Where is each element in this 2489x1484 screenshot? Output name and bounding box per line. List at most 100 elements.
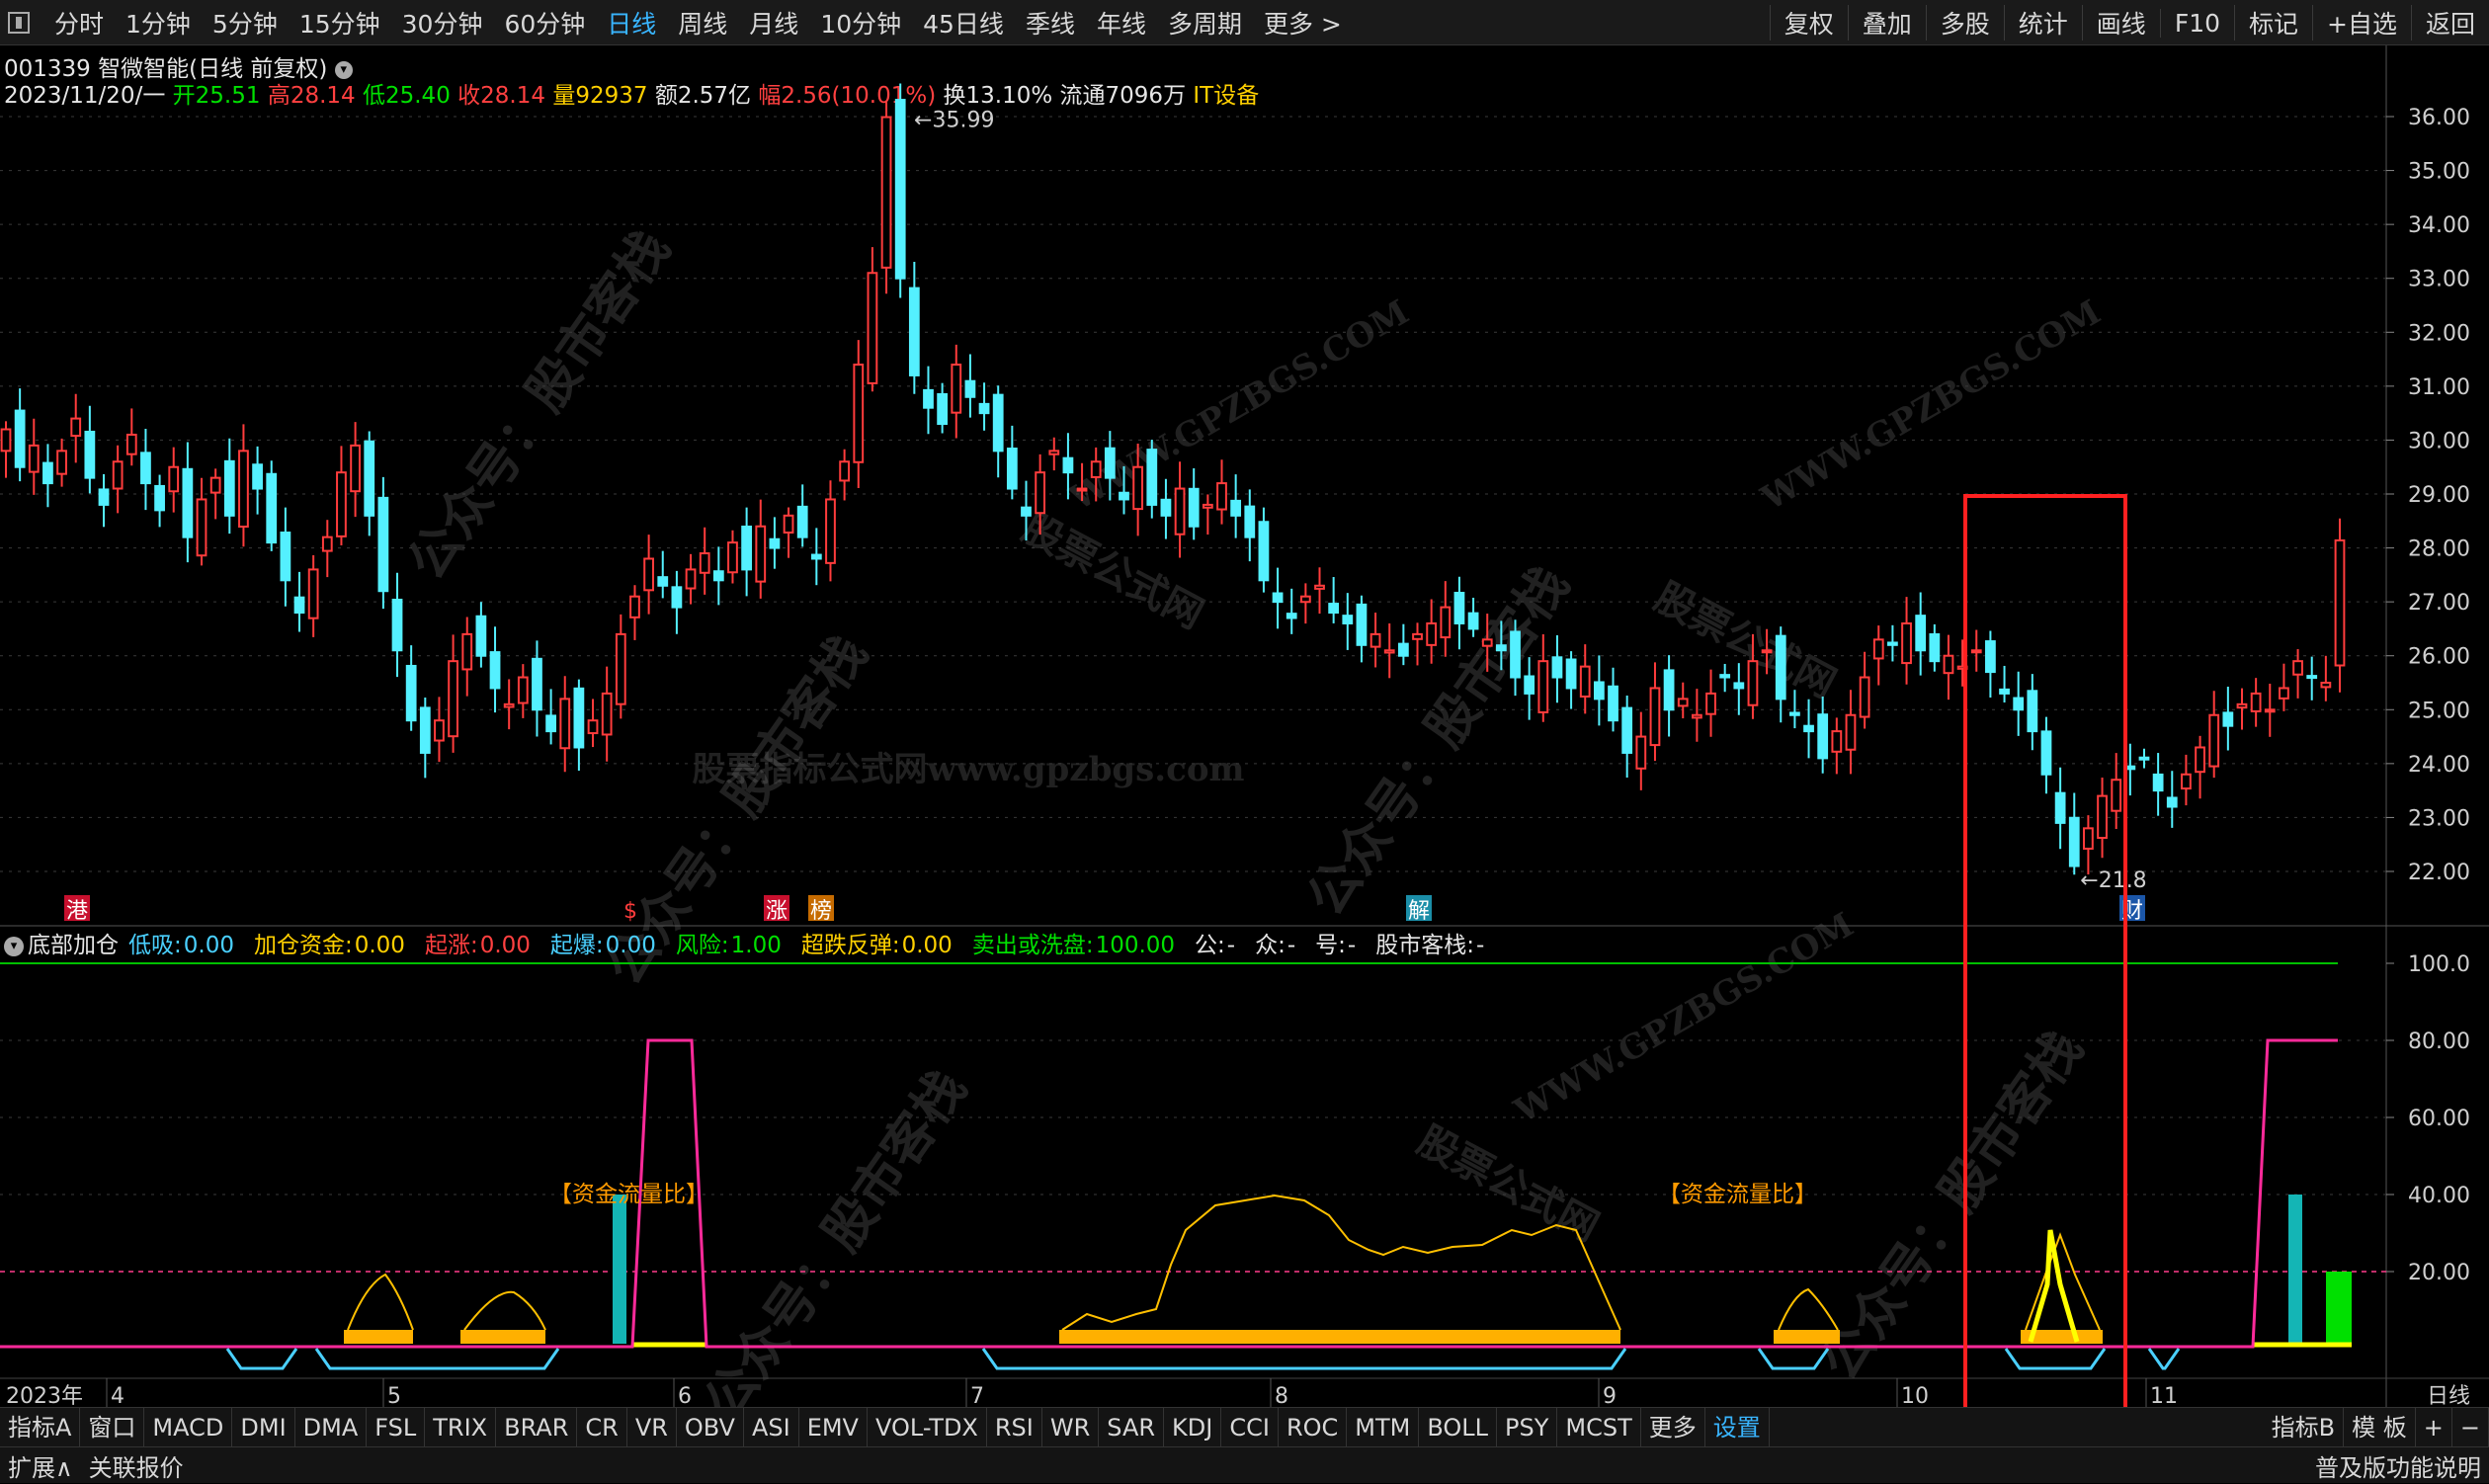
- candle: [657, 550, 669, 599]
- candle: [1230, 474, 1242, 538]
- candle: [2181, 754, 2192, 806]
- candle: [1426, 599, 1438, 664]
- candle: [336, 446, 347, 545]
- candle: [1314, 567, 1325, 615]
- indicator-tab-22[interactable]: PSY: [1497, 1407, 1558, 1447]
- event-tag[interactable]: 解: [1406, 895, 1432, 924]
- indicator-tick-label: 20.00: [2408, 1261, 2470, 1285]
- candle: [70, 393, 82, 463]
- indicator-tab-16[interactable]: SAR: [1099, 1407, 1165, 1447]
- indicator-tab-14[interactable]: RSI: [987, 1407, 1042, 1447]
- indicator-tab-20[interactable]: MTM: [1347, 1407, 1420, 1447]
- indicator-tab-5[interactable]: FSL: [367, 1407, 426, 1447]
- indicator-tab-23[interactable]: MCST: [1557, 1407, 1641, 1447]
- candle: [1328, 577, 1340, 623]
- indicator-tab-right-3[interactable]: −: [2452, 1408, 2489, 1447]
- candle: [2083, 815, 2094, 875]
- indicator-tabs: 指标A 窗口 MACD DMI DMA FSL TRIX BRAR CR VR OBV ASI EMV V…: [0, 1407, 2489, 1447]
- indicator-tab-15[interactable]: WR: [1042, 1407, 1100, 1447]
- status-left-1[interactable]: 关联报价: [81, 1448, 192, 1483]
- candle: [992, 385, 1004, 478]
- indicator-tab-1[interactable]: 窗口: [80, 1407, 145, 1447]
- month-label: 8: [1275, 1384, 1288, 1407]
- candle: [2264, 683, 2276, 737]
- indicator-tab-0[interactable]: 指标A: [0, 1407, 81, 1447]
- candle: [1775, 626, 1786, 723]
- cyan-bar: [613, 1195, 626, 1344]
- green-bar: [2326, 1272, 2352, 1344]
- candle: [2208, 691, 2220, 779]
- candle: [2166, 771, 2178, 828]
- status-left-0[interactable]: 扩展∧: [0, 1448, 81, 1483]
- candle: [1999, 665, 2010, 703]
- candle: [2250, 678, 2262, 727]
- candle: [364, 431, 375, 536]
- candle: [1803, 699, 1814, 759]
- status-bar: 扩展∧ 关联报价 普及版功能说明: [0, 1446, 2489, 1483]
- indicator-tab-24[interactable]: 更多: [1641, 1407, 1705, 1447]
- event-tag[interactable]: 涨: [764, 895, 789, 924]
- indicator-item-label: 加仓资金:: [253, 933, 353, 958]
- month-label: 11: [2150, 1384, 2178, 1407]
- indicator-tab-25[interactable]: 设置: [1705, 1407, 1770, 1447]
- event-tag[interactable]: 港: [64, 895, 90, 924]
- indicator-tab-11[interactable]: ASI: [744, 1407, 799, 1447]
- candle: [448, 634, 458, 753]
- indicator-tab-2[interactable]: MACD: [144, 1407, 233, 1447]
- high-price-mark: ←35.99: [914, 109, 994, 133]
- candle: [1258, 507, 1270, 593]
- dip-mark: [225, 1348, 298, 1370]
- candle: [685, 553, 697, 605]
- candle: [1006, 425, 1018, 500]
- indicator-tab-10[interactable]: OBV: [677, 1407, 744, 1447]
- candle: [1677, 682, 1689, 719]
- indicator-tab-right-2[interactable]: +: [2416, 1408, 2452, 1447]
- indicator-tab-12[interactable]: EMV: [799, 1407, 868, 1447]
- candle: [1565, 651, 1577, 709]
- indicator-tab-19[interactable]: ROC: [1279, 1407, 1348, 1447]
- candle: [56, 438, 67, 487]
- candle: [1048, 437, 1060, 471]
- candle: [1929, 623, 1941, 672]
- candle: [2138, 748, 2150, 769]
- ratio-curve: [463, 1290, 546, 1331]
- indicator-tab-13[interactable]: VOL-TDX: [868, 1407, 987, 1447]
- event-tag[interactable]: $: [623, 899, 637, 924]
- indicator-tab-right-0[interactable]: 指标B: [2264, 1408, 2345, 1447]
- candle: [14, 388, 26, 482]
- indicator-tab-17[interactable]: KDJ: [1164, 1407, 1222, 1447]
- feature-help-link[interactable]: 普及版功能说明: [2307, 1448, 2489, 1483]
- indicator-tab-6[interactable]: TRIX: [425, 1407, 497, 1447]
- price-tick-label: 22.00: [2408, 861, 2470, 885]
- indicator-item-value: -: [1286, 933, 1296, 958]
- indicator-tab-4[interactable]: DMA: [295, 1407, 368, 1447]
- indicator-tab-8[interactable]: CR: [577, 1407, 627, 1447]
- price-tick-label: 29.00: [2408, 483, 2470, 508]
- price-tick-label: 36.00: [2408, 106, 2470, 130]
- event-tag[interactable]: 财: [2119, 895, 2145, 924]
- cyan-bar: [2288, 1195, 2302, 1344]
- candle: [699, 527, 710, 595]
- indicator-name[interactable]: 底部加仓: [28, 933, 119, 958]
- flow-ratio-annotation: 【资金流量比】: [1658, 1182, 1817, 1207]
- price-tick-label: 34.00: [2408, 213, 2470, 238]
- event-tag[interactable]: 榜: [808, 895, 834, 924]
- indicator-tab-7[interactable]: BRAR: [496, 1407, 578, 1447]
- gear-icon[interactable]: ▾: [4, 936, 24, 956]
- indicator-tab-right-1[interactable]: 模 板: [2344, 1408, 2416, 1447]
- candle: [0, 421, 12, 478]
- period-label[interactable]: 日线: [2427, 1384, 2470, 1407]
- candle: [867, 247, 878, 392]
- indicator-tab-9[interactable]: VR: [627, 1407, 677, 1447]
- indicator-tab-3[interactable]: DMI: [232, 1407, 295, 1447]
- candle: [1817, 697, 1829, 774]
- candle: [1985, 630, 1996, 699]
- indicator-tab-21[interactable]: BOLL: [1419, 1407, 1498, 1447]
- event-tag-label: 涨: [766, 899, 788, 924]
- candle: [1915, 592, 1927, 676]
- watermark: 公众号：股市客栈: [693, 1059, 978, 1407]
- indicator-tab-18[interactable]: CCI: [1221, 1407, 1279, 1447]
- price-tick-label: 28.00: [2408, 537, 2470, 562]
- kline-chart[interactable]: 公众号：股市客栈 WWW.GPZBGS.COM WWW.GPZBGS.COM 股票公式…: [0, 0, 2489, 1407]
- month-label: 4: [111, 1384, 124, 1407]
